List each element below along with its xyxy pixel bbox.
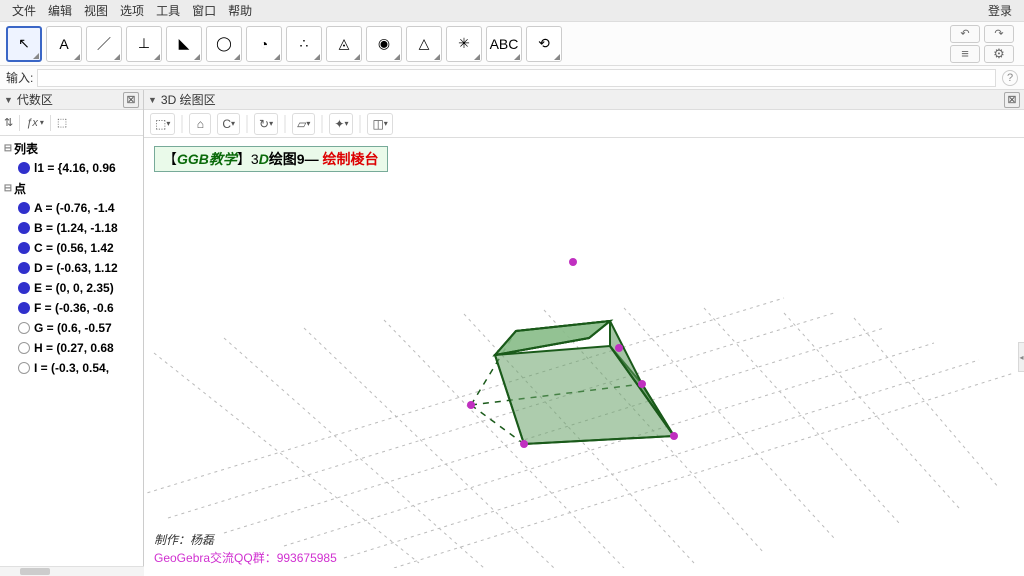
algebra-title: 代数区 xyxy=(17,91,53,108)
algebra-close-button[interactable]: ⊠ xyxy=(123,92,139,108)
visibility-bullet[interactable] xyxy=(18,242,30,254)
visibility-bullet[interactable] xyxy=(18,262,30,274)
tree-item[interactable]: B = (1.24, -1.18 xyxy=(0,218,143,238)
tree-group[interactable]: ⊟点 xyxy=(0,178,143,198)
tree-item[interactable]: l1 = {4.16, 0.96 xyxy=(0,158,143,178)
menu-options[interactable]: 选项 xyxy=(114,2,150,19)
sphere-tool[interactable]: ◉ xyxy=(366,26,402,62)
view3d-header[interactable]: ▼ 3D 绘图区 ⊠ xyxy=(144,90,1024,110)
reflect-tool[interactable]: ✳ xyxy=(446,26,482,62)
plane-tool[interactable]: ◬ xyxy=(326,26,362,62)
tree-item[interactable]: I = (-0.3, 0.54, xyxy=(0,358,143,378)
circle-axis-tool[interactable]: ◯ xyxy=(206,26,242,62)
axes-toggle[interactable]: ⬚▾ xyxy=(150,113,175,135)
visibility-bullet[interactable] xyxy=(18,342,30,354)
qq-label: GeoGebra交流QQ群：993675985 xyxy=(154,549,337,566)
input-help-button[interactable]: ? xyxy=(1002,70,1018,86)
canvas-3d[interactable]: 【GGB教学】3D绘图9— 绘制棱台 制作：杨磊 GeoGebra交流QQ群：9… xyxy=(144,138,1024,576)
view3d-panel: ▼ 3D 绘图区 ⊠ ⬚▾ ⌂ C▾ ↻▾ ▱▾ ✦▾ ◫▾ xyxy=(144,90,1024,576)
text-tool[interactable]: ABC xyxy=(486,26,522,62)
scene-title: 【GGB教学】3D绘图9— 绘制棱台 xyxy=(154,146,388,172)
menu-tools[interactable]: 工具 xyxy=(150,2,186,19)
collapse-icon: ▼ xyxy=(4,95,13,105)
view3d-title: 3D 绘图区 xyxy=(161,91,216,108)
side-panel-handle[interactable]: ◂ xyxy=(1018,342,1024,372)
sort-toggle[interactable]: ⇅ xyxy=(4,116,13,129)
tree-item[interactable]: H = (0.27, 0.68 xyxy=(0,338,143,358)
snap-button[interactable]: C▾ xyxy=(217,113,240,135)
algebra-panel: ▼ 代数区 ⊠ ⇅ ƒx▾ ⬚ ⊟列表l1 = {4.16, 0.96⊟点A =… xyxy=(0,90,144,576)
fx-toggle[interactable]: ƒx▾ xyxy=(26,117,44,129)
menu-edit[interactable]: 编辑 xyxy=(42,2,78,19)
home-button[interactable]: ⌂ xyxy=(189,113,211,135)
aux-toggle[interactable]: ⬚ xyxy=(57,116,67,129)
menu-help[interactable]: 帮助 xyxy=(222,2,258,19)
redo-button[interactable]: ↷ xyxy=(984,25,1014,43)
command-input[interactable] xyxy=(37,69,996,87)
menu-file[interactable]: 文件 xyxy=(6,2,42,19)
menubar: 文件 编辑 视图 选项 工具 窗口 帮助 登录 xyxy=(0,0,1024,22)
move-tool[interactable]: ↖ xyxy=(6,26,42,62)
line-tool[interactable]: ／ xyxy=(86,26,122,62)
tree-item[interactable]: E = (0, 0, 2.35) xyxy=(0,278,143,298)
view3d-toolbar: ⬚▾ ⌂ C▾ ↻▾ ▱▾ ✦▾ ◫▾ xyxy=(144,110,1024,138)
algebra-tree: ⊟列表l1 = {4.16, 0.96⊟点A = (-0.76, -1.4B =… xyxy=(0,136,143,576)
view3d-close-button[interactable]: ⊠ xyxy=(1004,92,1020,108)
visibility-bullet[interactable] xyxy=(18,162,30,174)
tree-item[interactable]: C = (0.56, 1.42 xyxy=(0,238,143,258)
menu-window[interactable]: 窗口 xyxy=(186,2,222,19)
ellipse-tool[interactable]: ◔ xyxy=(246,26,282,62)
input-bar: 输入: ? xyxy=(0,66,1024,90)
clip-button[interactable]: ▱▾ xyxy=(292,113,315,135)
main-toolbar: ↖A／⊥◣◯◔∴◬◉△✳ABC⟲ ↶ ↷ ≡ ⚙ xyxy=(0,22,1024,66)
polygon-tool[interactable]: ◣ xyxy=(166,26,202,62)
visibility-bullet[interactable] xyxy=(18,222,30,234)
scene-svg xyxy=(144,138,1024,568)
undo-button[interactable]: ↶ xyxy=(950,25,980,43)
rotate-view-tool[interactable]: ⟲ xyxy=(526,26,562,62)
visibility-bullet[interactable] xyxy=(18,322,30,334)
rotate-button[interactable]: ↻▾ xyxy=(254,113,278,135)
login-link[interactable]: 登录 xyxy=(982,2,1018,19)
input-label: 输入: xyxy=(6,69,33,86)
tree-group[interactable]: ⊟列表 xyxy=(0,138,143,158)
projection-button[interactable]: ✦▾ xyxy=(329,113,353,135)
intersect-tool[interactable]: ∴ xyxy=(286,26,322,62)
box-button[interactable]: ◫▾ xyxy=(367,113,392,135)
menu-view[interactable]: 视图 xyxy=(78,2,114,19)
tree-item[interactable]: D = (-0.63, 1.12 xyxy=(0,258,143,278)
collapse-icon: ▼ xyxy=(148,95,157,105)
author-label: 制作：杨磊 xyxy=(154,531,214,548)
algebra-toolbar: ⇅ ƒx▾ ⬚ xyxy=(0,110,143,136)
point-tool[interactable]: A xyxy=(46,26,82,62)
algebra-header[interactable]: ▼ 代数区 ⊠ xyxy=(0,90,143,110)
orthogonal-tool[interactable]: ⊥ xyxy=(126,26,162,62)
visibility-bullet[interactable] xyxy=(18,202,30,214)
settings-button[interactable]: ⚙ xyxy=(984,45,1014,63)
visibility-bullet[interactable] xyxy=(18,362,30,374)
tree-item[interactable]: G = (0.6, -0.57 xyxy=(0,318,143,338)
properties-button[interactable]: ≡ xyxy=(950,45,980,63)
angle-tool[interactable]: △ xyxy=(406,26,442,62)
tree-item[interactable]: F = (-0.36, -0.6 xyxy=(0,298,143,318)
tree-item[interactable]: A = (-0.76, -1.4 xyxy=(0,198,143,218)
visibility-bullet[interactable] xyxy=(18,302,30,314)
visibility-bullet[interactable] xyxy=(18,282,30,294)
